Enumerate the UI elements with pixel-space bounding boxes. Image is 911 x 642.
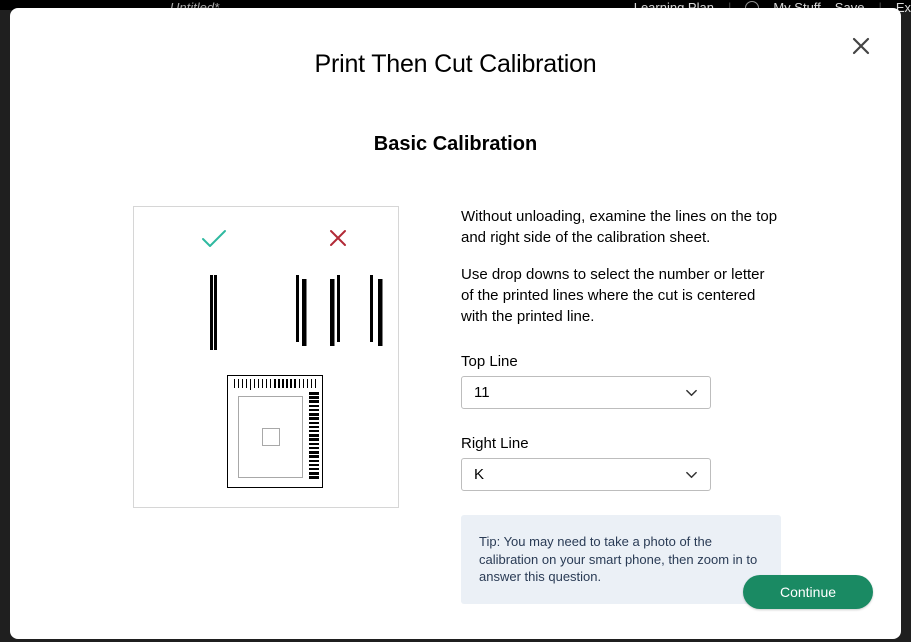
tip-callout: Tip: You may need to take a photo of the… (461, 515, 781, 604)
line-examples (202, 275, 392, 355)
right-line-dropdown[interactable]: K (461, 458, 711, 491)
modal-content: Without unloading, examine the lines on … (10, 206, 901, 604)
instruction-paragraph-1: Without unloading, examine the lines on … (461, 206, 781, 248)
chevron-down-icon (685, 386, 698, 399)
instruction-paragraph-2: Use drop downs to select the number or l… (461, 264, 781, 327)
instructions-column: Without unloading, examine the lines on … (461, 206, 781, 604)
continue-button[interactable]: Continue (743, 575, 873, 609)
close-button[interactable] (849, 34, 873, 58)
calibration-illustration (133, 206, 399, 508)
right-line-value: K (474, 466, 484, 483)
top-line-dropdown[interactable]: 11 (461, 376, 711, 409)
calibration-sheet-diagram (227, 375, 323, 488)
top-line-label: Top Line (461, 353, 781, 370)
chevron-down-icon (685, 468, 698, 481)
modal-subheading: Basic Calibration (10, 133, 901, 156)
check-icon (201, 229, 227, 249)
continue-button-label: Continue (780, 584, 836, 600)
x-mark-icon (329, 229, 347, 247)
top-line-value: 11 (474, 384, 490, 401)
calibration-modal: Print Then Cut Calibration Basic Calibra… (10, 8, 901, 639)
right-line-label: Right Line (461, 435, 781, 452)
modal-title: Print Then Cut Calibration (10, 50, 901, 79)
close-icon (851, 36, 871, 56)
